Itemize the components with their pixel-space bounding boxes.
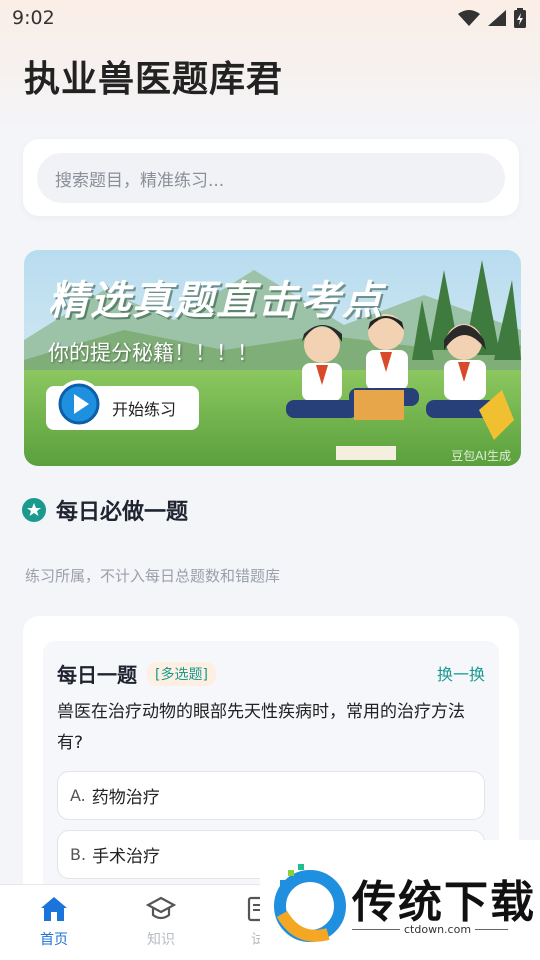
daily-section-header: 每日必做一题 xyxy=(22,494,188,526)
banner-title: 精选真题直击考点 xyxy=(48,278,384,324)
tab-home[interactable]: 首页 xyxy=(24,895,84,949)
play-icon xyxy=(55,380,103,428)
status-time: 9:02 xyxy=(12,7,55,29)
tab-label: 首页 xyxy=(40,932,68,948)
status-bar: 9:02 xyxy=(0,0,540,36)
question-header: 每日一题 [多选题] xyxy=(57,659,216,688)
start-practice-button[interactable]: 开始练习 xyxy=(46,380,199,430)
start-practice-label: 开始练习 xyxy=(112,400,177,419)
switch-question-button[interactable]: 换一换 xyxy=(437,661,485,685)
daily-section-title: 每日必做一题 xyxy=(56,500,189,525)
banner-watermark: 豆包AI生成 xyxy=(451,449,511,463)
search-input[interactable]: 搜索题目，精准练习... xyxy=(37,153,505,203)
star-badge-icon xyxy=(22,498,46,522)
question-label: 每日一题 xyxy=(57,663,137,687)
battery-icon xyxy=(514,8,526,28)
daily-note: 练习所属，不计入每日总题数和错题库 xyxy=(25,567,281,585)
wifi-icon xyxy=(458,10,480,26)
status-icons xyxy=(458,8,526,28)
graduation-cap-icon xyxy=(146,896,176,920)
watermark-overlay: 传统下载 ctdown.com xyxy=(260,840,540,960)
tab-label: 知识 xyxy=(147,932,175,948)
question-text: 兽医在治疗动物的眼部先天性疾病时，常用的治疗方法有? xyxy=(57,702,465,753)
option-letter: A. xyxy=(70,786,86,805)
option-a[interactable]: A. 药物治疗 xyxy=(57,771,485,820)
tab-knowledge[interactable]: 知识 xyxy=(131,895,191,949)
app-title: 执业兽医题库君 xyxy=(24,59,284,100)
signal-icon xyxy=(488,10,506,26)
banner-subtitle: 你的提分秘籍！！！！ xyxy=(48,341,258,365)
brand-logo-icon xyxy=(274,864,346,942)
option-text: 手术治疗 xyxy=(92,847,161,867)
search-card: 搜索题目，精准练习... xyxy=(23,139,519,216)
question-type-badge: [多选题] xyxy=(147,661,216,686)
practice-banner[interactable]: 精选真题直击考点 你的提分秘籍！！！！ 开始练习 豆包AI生成 xyxy=(24,250,521,466)
option-text: 药物治疗 xyxy=(91,788,160,808)
brand-name: 传统下载 xyxy=(352,877,536,928)
option-letter: B. xyxy=(70,845,87,864)
brand-url: ctdown.com xyxy=(400,923,476,936)
home-icon xyxy=(41,897,67,921)
